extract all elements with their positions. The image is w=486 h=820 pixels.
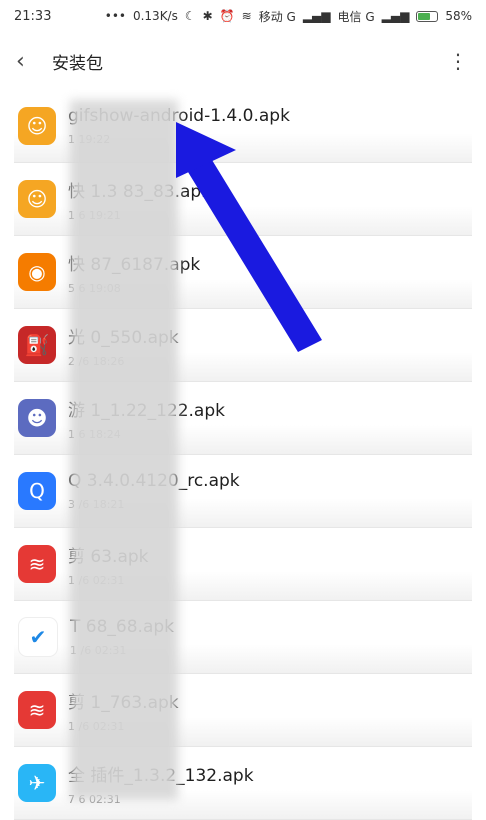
red-app-icon: ≋ — [18, 691, 56, 729]
more-vertical-icon[interactable]: ⋮ — [446, 49, 470, 73]
battery-percent: 58% — [445, 9, 472, 23]
gas-pump-icon: ⛽ — [18, 326, 56, 364]
page-title: 安装包 — [52, 53, 103, 74]
orange-face-icon: ☺ — [18, 180, 56, 218]
wifi-icon: ≋ — [241, 9, 252, 23]
status-bar: 21:33 ••• 0.13K/s ☾ ✱ ⏰ ≋ 移动 G ▂▄▆ 电信 G … — [0, 0, 486, 32]
carrier-2: 电信 G — [337, 9, 375, 24]
q-browser-icon: Q — [18, 472, 56, 510]
alarm-icon: ⏰ — [219, 9, 235, 23]
privacy-blur — [70, 100, 178, 800]
signal-icon-1: ▂▄▆ — [302, 9, 331, 23]
game-character-icon: ☻ — [18, 399, 56, 437]
signal-icon-2: ▂▄▆ — [381, 9, 410, 23]
app-bar: ‹ 安装包 ⋮ — [0, 32, 486, 90]
plane-icon: ✈ — [18, 764, 56, 802]
bluetooth-icon: ✱ — [202, 9, 213, 23]
back-arrow-icon[interactable]: ‹ — [16, 49, 40, 74]
check-icon: ✔ — [18, 617, 58, 657]
battery-fill — [418, 12, 430, 20]
orange-camera-icon: ◉ — [18, 253, 56, 291]
notification-dots: ••• — [104, 9, 126, 23]
red-app-icon: ≋ — [18, 545, 56, 583]
network-speed: 0.13K/s — [132, 9, 178, 23]
status-indicators: ••• 0.13K/s ☾ ✱ ⏰ ≋ 移动 G ▂▄▆ 电信 G ▂▄▆ 58… — [105, 8, 472, 25]
carrier-1: 移动 G — [258, 9, 296, 24]
moon-icon: ☾ — [184, 9, 196, 23]
battery-icon — [416, 10, 439, 22]
orange-face-icon: ☺ — [18, 107, 56, 145]
status-time: 21:33 — [14, 8, 52, 24]
